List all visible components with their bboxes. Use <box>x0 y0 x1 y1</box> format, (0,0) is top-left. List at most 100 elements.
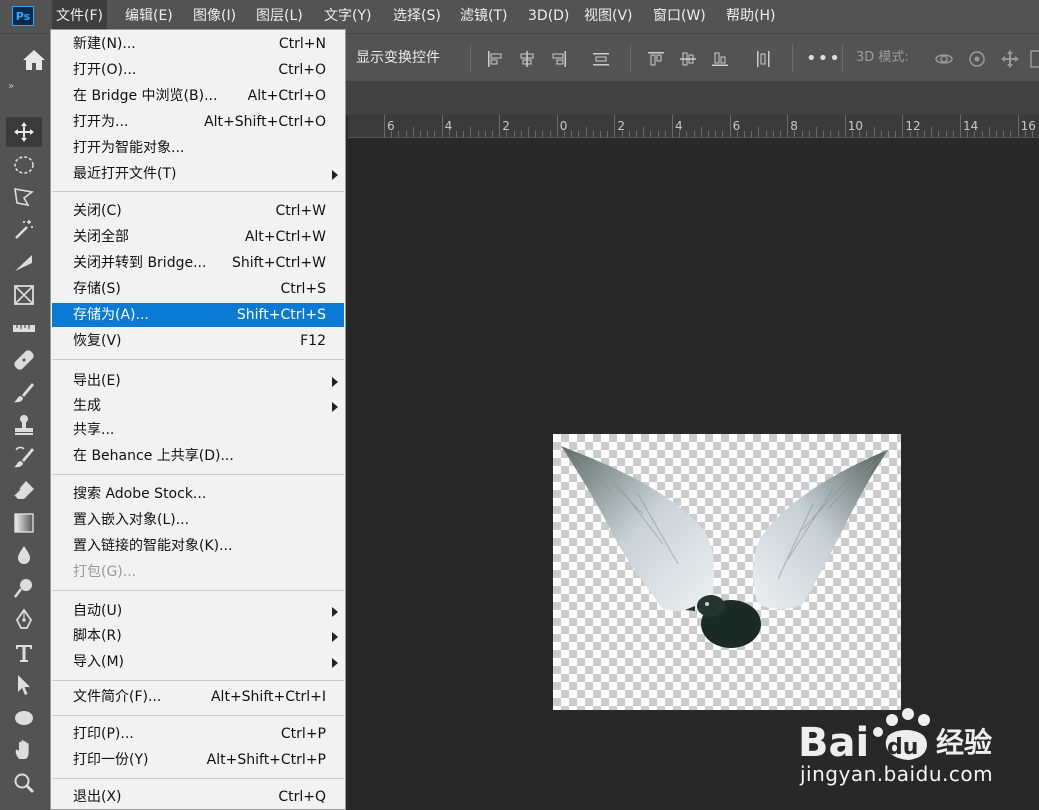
type-icon <box>16 645 32 662</box>
show-transform-controls-label[interactable]: 显示变换控件 <box>356 34 440 82</box>
ruler-tick <box>1017 115 1019 137</box>
align-right-icon[interactable] <box>550 50 568 68</box>
file-menu-item[interactable]: 关闭全部 Alt+Ctrl+W <box>52 225 344 249</box>
move-tool[interactable] <box>6 117 42 147</box>
lasso-tool[interactable] <box>12 185 36 209</box>
file-menu-item[interactable]: 打开(O)... Ctrl+O <box>52 58 344 82</box>
frame-tool[interactable] <box>12 283 36 307</box>
ruler-minor-tick <box>542 131 544 137</box>
ruler-tool[interactable] <box>12 316 36 340</box>
home-icon[interactable] <box>22 49 46 71</box>
file-menu-item[interactable]: 存储(S) Ctrl+S <box>52 277 344 301</box>
orbit-3d-icon[interactable] <box>934 49 954 69</box>
menu-help[interactable]: 帮助(H) <box>722 0 779 33</box>
menu-item-label: 自动(U) <box>73 603 123 619</box>
file-menu-item[interactable]: 置入链接的智能对象(K)... <box>52 534 344 558</box>
ruler-minor-tick <box>708 131 709 137</box>
file-menu-item[interactable]: 文件简介(F)... Alt+Shift+Ctrl+I <box>52 685 344 709</box>
file-menu-item[interactable]: 新建(N)... Ctrl+N <box>52 32 344 56</box>
path-selection-tool[interactable] <box>12 673 36 697</box>
zoom-tool[interactable] <box>12 771 36 795</box>
gradient-tool[interactable] <box>12 511 36 535</box>
menu-separator <box>52 474 344 475</box>
crop-tool[interactable] <box>12 251 36 275</box>
ruler-minor-tick <box>592 131 594 137</box>
menu-item-shortcut: Alt+Shift+Ctrl+I <box>210 689 326 705</box>
hand-tool[interactable] <box>12 738 36 762</box>
blur-tool[interactable] <box>12 543 36 567</box>
ruler-minor-tick <box>549 131 551 137</box>
menu-item-label: 打包(G)... <box>73 564 137 580</box>
file-menu-item[interactable]: 打印一份(Y) Alt+Shift+Ctrl+P <box>52 748 344 772</box>
menu-window[interactable]: 窗口(W) <box>649 0 710 33</box>
brush-tool[interactable] <box>12 381 36 405</box>
rotate-3d-icon[interactable] <box>967 49 987 69</box>
move-icon <box>14 122 34 142</box>
menu-item-label: 打印一份(Y) <box>73 752 149 768</box>
menu-select[interactable]: 选择(S) <box>389 0 445 33</box>
file-menu-item[interactable]: 最近打开文件(T) <box>52 162 344 186</box>
file-menu-item[interactable]: 导出(E) <box>52 369 344 393</box>
arrow-pointer-icon <box>18 675 30 695</box>
ruler-minor-tick <box>628 131 630 137</box>
file-menu-item[interactable]: 打印(P)... Ctrl+P <box>52 722 344 746</box>
file-menu-item[interactable]: 置入嵌入对象(L)... <box>52 508 344 532</box>
slide-3d-icon[interactable] <box>1027 49 1039 69</box>
file-menu-item[interactable]: 关闭(C) Ctrl+W <box>52 199 344 223</box>
menu-item-label: 存储(S) <box>73 281 121 297</box>
distribute-vertical-icon[interactable] <box>754 50 772 68</box>
align-left-icon[interactable] <box>486 50 504 68</box>
marquee-tool[interactable] <box>12 153 36 177</box>
align-middle-vertical-icon[interactable] <box>679 50 697 68</box>
file-menu-item[interactable]: 生成 <box>52 394 344 418</box>
file-menu-item[interactable]: 共享... <box>52 418 344 442</box>
ruler-minor-tick <box>650 131 652 137</box>
file-menu-item[interactable]: 脚本(R) <box>52 624 344 648</box>
align-center-horizontal-icon[interactable] <box>518 50 536 68</box>
align-bottom-icon[interactable] <box>711 50 729 68</box>
menu-item-label: 关闭并转到 Bridge... <box>73 255 207 271</box>
file-menu-item[interactable]: 恢复(V) F12 <box>52 329 344 353</box>
menu-filter[interactable]: 滤镜(T) <box>456 0 511 33</box>
ruler-tick <box>556 115 558 137</box>
clone-stamp-tool[interactable] <box>12 413 36 437</box>
align-top-icon[interactable] <box>647 50 665 68</box>
collapse-panel-icon[interactable]: » <box>8 81 14 92</box>
magic-wand-tool[interactable] <box>12 218 36 242</box>
watermark-cn: 经验 <box>936 726 992 759</box>
more-options-icon[interactable]: ••• <box>806 48 841 69</box>
menu-item-label: 生成 <box>73 398 101 414</box>
menu-3d[interactable]: 3D(D) <box>524 0 573 33</box>
history-brush-tool[interactable] <box>12 446 36 470</box>
file-menu-item[interactable]: 关闭并转到 Bridge... Shift+Ctrl+W <box>52 251 344 275</box>
bandage-icon <box>14 350 34 370</box>
file-menu-item[interactable]: 在 Behance 上共享(D)... <box>52 444 344 468</box>
menu-separator <box>52 778 344 779</box>
file-menu-item[interactable]: 自动(U) <box>52 599 344 623</box>
file-menu-item[interactable]: 搜索 Adobe Stock... <box>52 482 344 506</box>
eraser-tool[interactable] <box>12 478 36 502</box>
pen-tool[interactable] <box>12 608 36 632</box>
file-menu-item[interactable]: 在 Bridge 中浏览(B)... Alt+Ctrl+O <box>52 84 344 108</box>
shape-tool[interactable] <box>12 706 36 730</box>
separator <box>792 44 793 72</box>
pan-3d-icon[interactable] <box>1000 49 1020 69</box>
magnifier-icon <box>14 773 34 793</box>
file-menu-item[interactable]: 存储为(A)... Shift+Ctrl+S <box>52 303 344 327</box>
distribute-icon[interactable] <box>592 50 610 68</box>
file-menu-item[interactable]: 退出(X) Ctrl+Q <box>52 785 344 809</box>
ruler-minor-tick <box>859 131 861 137</box>
document-canvas[interactable] <box>553 434 901 710</box>
type-tool[interactable] <box>12 641 36 665</box>
ruler-minor-tick <box>909 131 911 137</box>
dodge-tool[interactable] <box>12 576 36 600</box>
file-menu-item[interactable]: 导入(M) <box>52 650 344 674</box>
file-menu-item[interactable]: 打开为智能对象... <box>52 136 344 160</box>
file-menu-item[interactable]: 打开为... Alt+Shift+Ctrl+O <box>52 110 344 134</box>
menu-view[interactable]: 视图(V) <box>580 0 637 33</box>
healing-brush-tool[interactable] <box>12 348 36 372</box>
ruler-minor-tick <box>513 131 515 137</box>
brush-icon <box>14 383 34 403</box>
ruler-minor-tick <box>931 127 933 137</box>
horizontal-ruler: 6 4 2 0 2 4 6 8 10 12 14 16 <box>348 115 1039 138</box>
